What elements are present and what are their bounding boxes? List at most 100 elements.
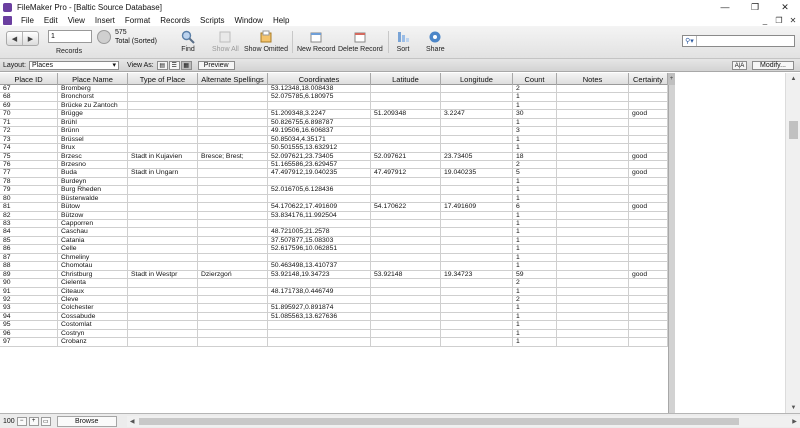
table-row[interactable]: 87 Chmeliny 1: [0, 253, 668, 263]
cell-place-id[interactable]: 82: [0, 211, 58, 219]
document-icon[interactable]: [3, 15, 12, 25]
cell-place-id[interactable]: 72: [0, 127, 58, 135]
cell-count[interactable]: 1: [513, 211, 557, 219]
cell-type-of-place[interactable]: [128, 194, 198, 203]
cell-alternate-spellings[interactable]: [198, 262, 268, 270]
cell-certainty[interactable]: [629, 228, 668, 236]
cell-latitude[interactable]: [371, 253, 441, 262]
cell-longitude[interactable]: 23.73405: [441, 152, 513, 160]
table-row[interactable]: 94 Cossabude 51.085563,13.627636 1: [0, 312, 668, 322]
cell-certainty[interactable]: [629, 262, 668, 270]
zoom-in-icon[interactable]: +: [28, 416, 39, 426]
cell-alternate-spellings[interactable]: [198, 101, 268, 110]
cell-coordinates[interactable]: 50.501555,13.632912: [268, 144, 371, 152]
cell-type-of-place[interactable]: [128, 177, 198, 186]
cell-alternate-spellings[interactable]: [198, 321, 268, 329]
cell-alternate-spellings[interactable]: [198, 245, 268, 253]
cell-notes[interactable]: [557, 160, 629, 169]
cell-certainty[interactable]: [629, 186, 668, 194]
cell-count[interactable]: 1: [513, 220, 557, 228]
current-record-input[interactable]: [48, 30, 92, 43]
cell-notes[interactable]: [557, 93, 629, 101]
cell-alternate-spellings[interactable]: [198, 194, 268, 203]
cell-longitude[interactable]: 17.491609: [441, 203, 513, 211]
cell-alternate-spellings[interactable]: Dzierzgoń: [198, 270, 268, 279]
table-row[interactable]: 91 Citeaux 48.171738,0.446749 1: [0, 287, 668, 296]
cell-alternate-spellings[interactable]: [198, 160, 268, 169]
menu-view[interactable]: View: [63, 16, 90, 25]
cell-count[interactable]: 1: [513, 177, 557, 186]
cell-count[interactable]: 2: [513, 160, 557, 169]
cell-alternate-spellings[interactable]: [198, 228, 268, 236]
find-button[interactable]: Find: [180, 29, 196, 53]
cell-type-of-place[interactable]: [128, 135, 198, 144]
cell-place-name[interactable]: Bützow: [58, 211, 128, 219]
table-row[interactable]: 89 Christburg Stadt in Westpr Dzierzgoń 53.9…: [0, 270, 668, 280]
cell-latitude[interactable]: [371, 127, 441, 135]
cell-place-id[interactable]: 79: [0, 186, 58, 194]
cell-longitude[interactable]: [441, 135, 513, 144]
column-header-certainty[interactable]: Certainty: [629, 73, 668, 85]
menu-scripts[interactable]: Scripts: [195, 16, 229, 25]
cell-coordinates[interactable]: 53.12348,18.008438: [268, 85, 371, 93]
cell-coordinates[interactable]: 52.097621,23.73405: [268, 152, 371, 160]
cell-longitude[interactable]: [441, 338, 513, 346]
vertical-scroll-thumb[interactable]: [789, 121, 798, 139]
cell-place-id[interactable]: 71: [0, 118, 58, 127]
cell-count[interactable]: 18: [513, 152, 557, 160]
cell-place-name[interactable]: Crobanz: [58, 338, 128, 346]
table-row[interactable]: 83 Capporren 1: [0, 220, 668, 229]
cell-notes[interactable]: [557, 203, 629, 211]
cell-type-of-place[interactable]: [128, 312, 198, 321]
cell-latitude[interactable]: [371, 160, 441, 169]
cell-place-name[interactable]: Cielenta: [58, 279, 128, 287]
cell-place-id[interactable]: 83: [0, 220, 58, 228]
zoom-level[interactable]: 100: [3, 418, 15, 425]
cell-coordinates[interactable]: 51.209348,3.2247: [268, 110, 371, 118]
cell-alternate-spellings[interactable]: Bresce; Brest;: [198, 152, 268, 160]
cell-alternate-spellings[interactable]: [198, 85, 268, 93]
cell-place-id[interactable]: 90: [0, 279, 58, 287]
cell-place-name[interactable]: Catania: [58, 236, 128, 245]
add-field-icon[interactable]: +: [668, 73, 675, 85]
cell-place-id[interactable]: 86: [0, 245, 58, 253]
cell-place-name[interactable]: Brügge: [58, 110, 128, 118]
mode-popup[interactable]: Browse: [56, 415, 117, 427]
preview-button[interactable]: Preview: [197, 60, 235, 70]
cell-longitude[interactable]: [441, 287, 513, 295]
cell-place-id[interactable]: 74: [0, 144, 58, 152]
cell-type-of-place[interactable]: [128, 245, 198, 253]
show-omitted-button[interactable]: Show Omitted: [244, 29, 288, 53]
menu-edit[interactable]: Edit: [39, 16, 63, 25]
cell-coordinates[interactable]: 47.497912,19.040235: [268, 169, 371, 177]
column-header-type-of-place[interactable]: Type of Place: [128, 73, 198, 85]
cell-alternate-spellings[interactable]: [198, 177, 268, 186]
menu-help[interactable]: Help: [268, 16, 294, 25]
cell-place-name[interactable]: Brühl: [58, 118, 128, 127]
cell-count[interactable]: 3: [513, 127, 557, 135]
cell-longitude[interactable]: [441, 93, 513, 101]
next-record-icon[interactable]: ▶: [22, 32, 38, 45]
cell-place-name[interactable]: Brüssel: [58, 135, 128, 144]
cell-latitude[interactable]: 53.92148: [371, 270, 441, 279]
cell-certainty[interactable]: [629, 194, 668, 203]
cell-alternate-spellings[interactable]: [198, 236, 268, 245]
view-as-table-icon[interactable]: ▦: [180, 60, 192, 70]
cell-notes[interactable]: [557, 211, 629, 219]
cell-longitude[interactable]: [441, 295, 513, 304]
cell-coordinates[interactable]: [268, 279, 371, 287]
cell-type-of-place[interactable]: [128, 236, 198, 245]
table-row[interactable]: 76 Brzesno 51.165586,23.629457 2: [0, 160, 668, 170]
cell-coordinates[interactable]: 48.721005,21.2578: [268, 228, 371, 236]
table-row[interactable]: 88 Chomotau 50.463498,13.410737 1: [0, 262, 668, 271]
cell-latitude[interactable]: [371, 287, 441, 295]
menu-insert[interactable]: Insert: [90, 16, 120, 25]
cell-place-id[interactable]: 88: [0, 262, 58, 270]
cell-place-id[interactable]: 94: [0, 312, 58, 321]
cell-type-of-place[interactable]: [128, 253, 198, 262]
cell-type-of-place[interactable]: [128, 287, 198, 295]
table-row[interactable]: 78 Burdeyn 1: [0, 177, 668, 187]
cell-notes[interactable]: [557, 186, 629, 194]
cell-place-id[interactable]: 77: [0, 169, 58, 177]
cell-latitude[interactable]: [371, 186, 441, 194]
